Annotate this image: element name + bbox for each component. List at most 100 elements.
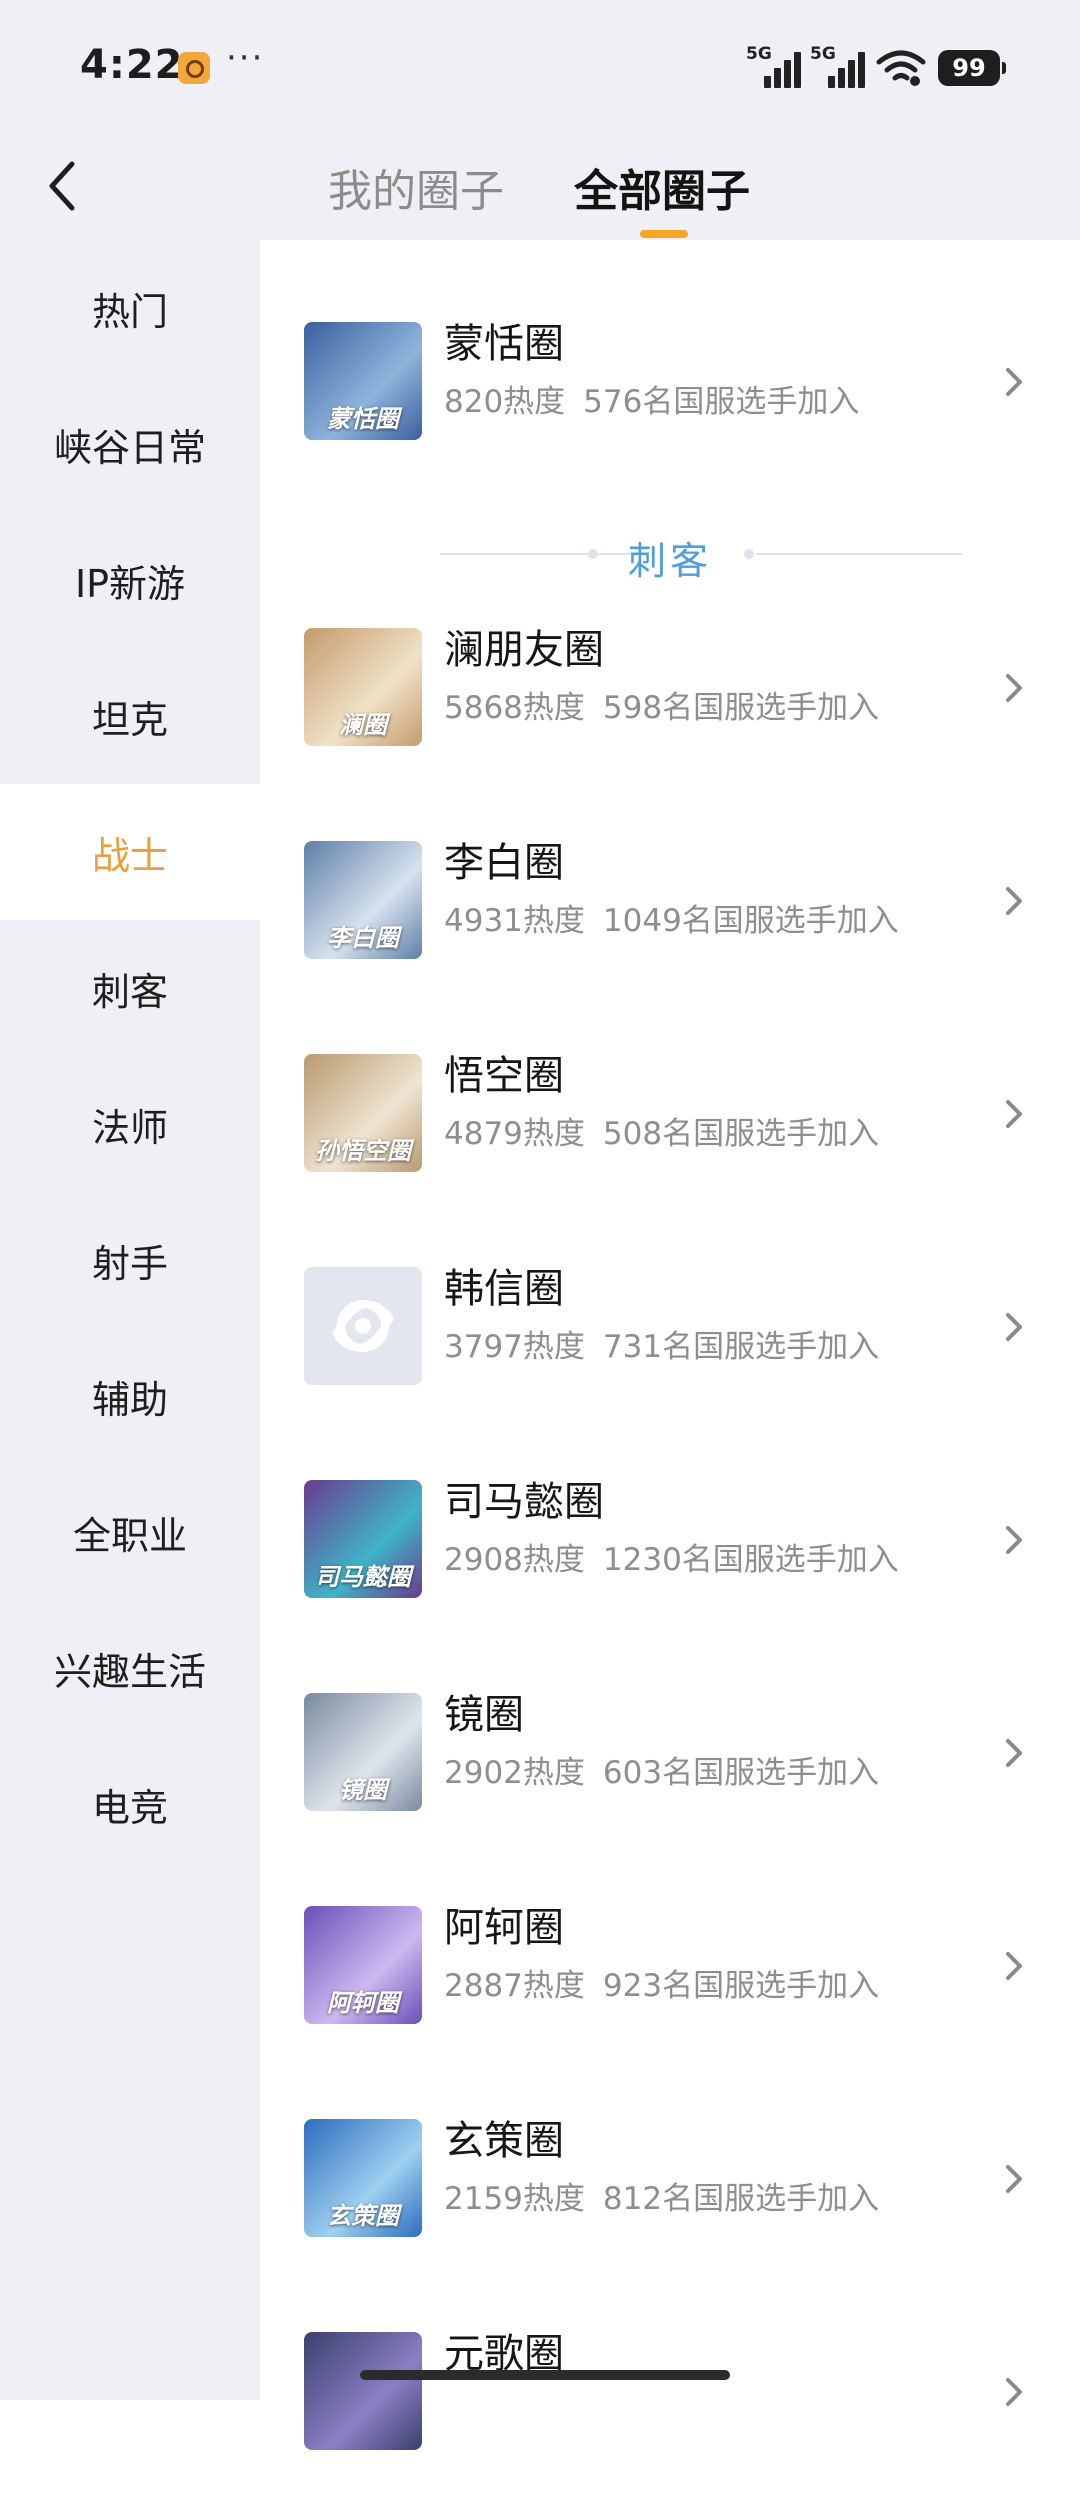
game-app-icon bbox=[178, 52, 210, 84]
circle-thumbnail: 澜圈 bbox=[304, 628, 422, 746]
circle-row-mengtian[interactable]: 蒙恬圈 蒙恬圈 820热度 576名国服选手加入 bbox=[260, 282, 1080, 482]
chevron-right-icon bbox=[1006, 368, 1022, 396]
circle-name: 镜圈 bbox=[444, 1692, 524, 1738]
circle-heat: 2902热度 bbox=[444, 1755, 585, 1791]
home-indicator[interactable] bbox=[360, 2370, 730, 2380]
network-type-label: 5G bbox=[746, 44, 772, 64]
thumbnail-label: 蒙恬圈 bbox=[327, 405, 399, 433]
circle-list: 蒙恬圈 蒙恬圈 820热度 576名国服选手加入 刺客 澜圈 澜朋友圈 5868热… bbox=[260, 240, 1080, 2450]
circle-row-jing[interactable]: 镜圈 镜圈 2902热度 603名国服选手加入 bbox=[260, 1655, 1080, 1855]
thumbnail-label: 司马懿圈 bbox=[315, 1563, 411, 1591]
circle-row-wukong[interactable]: 孙悟空圈 悟空圈 4879热度 508名国服选手加入 bbox=[260, 1016, 1080, 1216]
more-dots-icon: ··· bbox=[226, 38, 265, 78]
circle-name: 阿轲圈 bbox=[444, 1905, 564, 1951]
tab-active-indicator bbox=[640, 230, 688, 238]
circle-meta: 2159热度 812名国服选手加入 bbox=[444, 2179, 879, 2219]
circle-meta: 4879热度 508名国服选手加入 bbox=[444, 1114, 879, 1154]
circle-row-yuange[interactable]: 元歌圈 bbox=[260, 2294, 1080, 2494]
circle-name: 悟空圈 bbox=[444, 1053, 564, 1099]
thumbnail-label: 李白圈 bbox=[327, 924, 399, 952]
circle-heat: 4931热度 bbox=[444, 903, 585, 939]
category-sidebar: 热门 峡谷日常 IP新游 坦克 战士 刺客 法师 射手 辅助 全职业 兴趣生活 … bbox=[0, 240, 260, 2400]
circle-meta: 3797热度 731名国服选手加入 bbox=[444, 1327, 879, 1367]
circle-name: 玄策圈 bbox=[444, 2118, 564, 2164]
sidebar-item-assassin[interactable]: 刺客 bbox=[0, 920, 260, 1056]
chevron-right-icon bbox=[1006, 1739, 1022, 1767]
thumbnail-label: 玄策圈 bbox=[327, 2202, 399, 2230]
wifi-icon bbox=[876, 50, 926, 86]
status-time: 4:22 bbox=[80, 42, 184, 88]
circle-members: 731名国服选手加入 bbox=[602, 1329, 880, 1365]
tab-all-circles[interactable]: 全部圈子 bbox=[574, 164, 750, 220]
cellular-signal-icon: 5G bbox=[746, 44, 806, 88]
circle-thumbnail: 玄策圈 bbox=[304, 2119, 422, 2237]
sidebar-item-esports[interactable]: 电竞 bbox=[0, 1736, 260, 1872]
chevron-right-icon bbox=[1006, 674, 1022, 702]
circle-row-ake[interactable]: 阿轲圈 阿轲圈 2887热度 923名国服选手加入 bbox=[260, 1868, 1080, 2068]
circle-meta: 820热度 576名国服选手加入 bbox=[444, 382, 859, 422]
circle-meta: 2902热度 603名国服选手加入 bbox=[444, 1753, 879, 1793]
sidebar-item-all-roles[interactable]: 全职业 bbox=[0, 1464, 260, 1600]
network-type-label-2: 5G bbox=[810, 44, 836, 64]
chevron-right-icon bbox=[1006, 2378, 1022, 2406]
chevron-right-icon bbox=[1006, 2165, 1022, 2193]
section-header-assassin: 刺客 bbox=[260, 518, 1080, 590]
section-title: 刺客 bbox=[627, 539, 712, 583]
sidebar-item-tank[interactable]: 坦克 bbox=[0, 648, 260, 784]
circle-members: 603名国服选手加入 bbox=[602, 1755, 880, 1791]
circle-heat: 2887热度 bbox=[444, 1968, 585, 2004]
circle-name: 韩信圈 bbox=[444, 1266, 564, 1312]
chevron-right-icon bbox=[1006, 1313, 1022, 1341]
circle-heat: 4879热度 bbox=[444, 1116, 585, 1152]
circle-thumbnail: 孙悟空圈 bbox=[304, 1054, 422, 1172]
chevron-right-icon bbox=[1006, 1526, 1022, 1554]
circle-members: 812名国服选手加入 bbox=[602, 2181, 880, 2217]
tab-my-circles[interactable]: 我的圈子 bbox=[328, 164, 504, 220]
divider-dot bbox=[744, 549, 754, 559]
circle-row-libai[interactable]: 李白圈 李白圈 4931热度 1049名国服选手加入 bbox=[260, 803, 1080, 1003]
circle-members: 508名国服选手加入 bbox=[602, 1116, 880, 1152]
sidebar-item-support[interactable]: 辅助 bbox=[0, 1328, 260, 1464]
circle-logo-icon bbox=[332, 1300, 394, 1352]
circle-thumbnail: 阿轲圈 bbox=[304, 1906, 422, 2024]
circle-meta: 5868热度 598名国服选手加入 bbox=[444, 688, 879, 728]
circle-meta: 2908热度 1230名国服选手加入 bbox=[444, 1540, 899, 1580]
thumbnail-label: 镜圈 bbox=[339, 1776, 387, 1804]
circle-heat: 820热度 bbox=[444, 384, 566, 420]
sidebar-item-mage[interactable]: 法师 bbox=[0, 1056, 260, 1192]
divider-line bbox=[756, 553, 962, 555]
thumbnail-label: 阿轲圈 bbox=[327, 1989, 399, 2017]
circle-name: 澜朋友圈 bbox=[444, 627, 604, 673]
sidebar-item-warrior[interactable]: 战士 bbox=[0, 784, 260, 920]
circle-members: 598名国服选手加入 bbox=[602, 690, 880, 726]
circle-row-simayi[interactable]: 司马懿圈 司马懿圈 2908热度 1230名国服选手加入 bbox=[260, 1442, 1080, 1642]
circle-members: 1049名国服选手加入 bbox=[602, 903, 899, 939]
sidebar-item-hot[interactable]: 热门 bbox=[0, 240, 260, 376]
circle-row-hanxin[interactable]: 韩信圈 3797热度 731名国服选手加入 bbox=[260, 1229, 1080, 1429]
back-button[interactable] bbox=[40, 156, 84, 216]
circle-name: 蒙恬圈 bbox=[444, 321, 564, 367]
circle-thumbnail: 蒙恬圈 bbox=[304, 322, 422, 440]
circle-meta: 4931热度 1049名国服选手加入 bbox=[444, 901, 899, 941]
sidebar-item-marksman[interactable]: 射手 bbox=[0, 1192, 260, 1328]
circle-row-lan[interactable]: 澜圈 澜朋友圈 5868热度 598名国服选手加入 bbox=[260, 590, 1080, 790]
circle-thumbnail bbox=[304, 2332, 422, 2450]
battery-icon: 99 bbox=[938, 50, 1006, 86]
circle-members: 923名国服选手加入 bbox=[602, 1968, 880, 2004]
circle-name: 司马懿圈 bbox=[444, 1479, 604, 1525]
chevron-right-icon bbox=[1006, 887, 1022, 915]
status-bar: 4:22 ··· 5G 5G 99 bbox=[0, 0, 1080, 136]
thumbnail-label: 澜圈 bbox=[339, 711, 387, 739]
circle-row-xuance[interactable]: 玄策圈 玄策圈 2159热度 812名国服选手加入 bbox=[260, 2081, 1080, 2281]
circle-heat: 5868热度 bbox=[444, 690, 585, 726]
sidebar-item-ip-new-game[interactable]: IP新游 bbox=[0, 512, 260, 648]
circle-thumbnail-placeholder bbox=[304, 1267, 422, 1385]
circle-members: 576名国服选手加入 bbox=[583, 384, 860, 420]
sidebar-item-interests[interactable]: 兴趣生活 bbox=[0, 1600, 260, 1736]
chevron-right-icon bbox=[1006, 1100, 1022, 1128]
sidebar-item-canyon-daily[interactable]: 峡谷日常 bbox=[0, 376, 260, 512]
cellular-signal-icon-2: 5G bbox=[810, 44, 870, 88]
circle-thumbnail: 镜圈 bbox=[304, 1693, 422, 1811]
circle-thumbnail: 司马懿圈 bbox=[304, 1480, 422, 1598]
circle-thumbnail: 李白圈 bbox=[304, 841, 422, 959]
